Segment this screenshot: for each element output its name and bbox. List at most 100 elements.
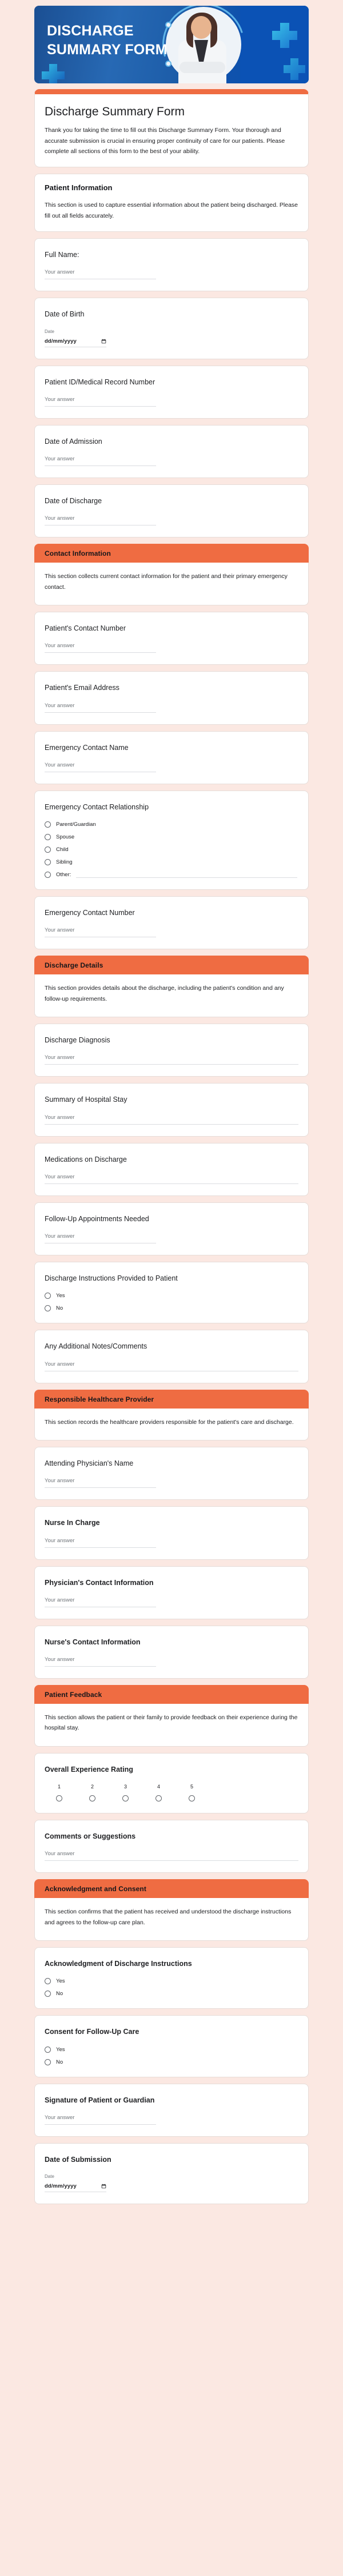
question-card-medications-on-discharge: Medications on Discharge Your answer	[34, 1142, 309, 1196]
answer-input[interactable]: Your answer	[45, 1538, 156, 1548]
date-input[interactable]: dd/mm/yyyy	[45, 338, 106, 347]
section-title: Patient Feedback	[45, 1691, 102, 1699]
radio-icon[interactable]	[56, 1795, 62, 1801]
question-title: Signature of Patient or Guardian	[45, 2096, 155, 2104]
question-card-emergency-contact-name: Emergency Contact Name Your answer	[34, 731, 309, 784]
answer-input[interactable]: Your answer	[45, 1174, 298, 1184]
question-card-comments-or-suggestions: Comments or Suggestions Your answer	[34, 1820, 309, 1873]
question-card-patients-email-address: Patient's Email Address Your answer	[34, 671, 309, 725]
form-page: DISCHARGE SUMMARY FORM Discharge Summary…	[0, 0, 343, 2224]
section-banner-contact-information: Contact Information	[34, 544, 309, 563]
radio-icon[interactable]	[189, 1795, 195, 1801]
answer-input[interactable]: Your answer	[45, 1233, 156, 1244]
answer-input[interactable]: Your answer	[45, 1656, 156, 1667]
radio-group: Yes No	[45, 1978, 298, 1997]
radio-icon[interactable]	[122, 1795, 129, 1801]
answer-input[interactable]: Your answer	[45, 1851, 298, 1861]
answer-input[interactable]: Your answer	[45, 456, 156, 467]
medical-cross-icon	[272, 23, 297, 48]
question-card-date-of-submission: Date of Submission Date dd/mm/yyyy	[34, 2142, 309, 2204]
answer-input[interactable]: Your answer	[45, 1478, 156, 1488]
radio-icon[interactable]	[45, 846, 51, 853]
radio-option[interactable]: No	[45, 1991, 298, 1997]
radio-option[interactable]: Yes	[45, 1293, 298, 1299]
section-title: Discharge Details	[45, 961, 103, 970]
section-description-card-patient-feedback: This section allows the patient or their…	[34, 1704, 309, 1747]
question-card-summary-of-hospital-stay: Summary of Hospital Stay Your answer	[34, 1083, 309, 1137]
radio-icon[interactable]	[45, 1305, 51, 1312]
answer-input[interactable]: Your answer	[45, 515, 156, 526]
radio-icon[interactable]	[45, 859, 51, 866]
radio-icon[interactable]	[155, 1795, 162, 1801]
radio-icon[interactable]	[45, 1293, 51, 1299]
radio-icon[interactable]	[89, 1795, 95, 1801]
radio-icon[interactable]	[45, 834, 51, 841]
question-card-date-of-discharge: Date of Discharge Your answer	[34, 484, 309, 538]
question-card-attending-physicians-name: Attending Physician's Name Your answer	[34, 1447, 309, 1500]
radio-icon[interactable]	[45, 872, 51, 878]
scale-option-label: 1	[57, 1784, 61, 1789]
radio-option[interactable]: No	[45, 1305, 298, 1312]
calendar-icon[interactable]	[101, 339, 106, 344]
scale-option[interactable]: 1	[56, 1784, 62, 1801]
question-title: Patient's Contact Number	[45, 624, 126, 633]
answer-input[interactable]: Your answer	[45, 396, 156, 407]
answer-input[interactable]: Your answer	[45, 762, 156, 772]
radio-icon[interactable]	[45, 2059, 51, 2065]
answer-input[interactable]: Your answer	[45, 643, 156, 653]
radio-option-label: Spouse	[56, 834, 75, 841]
scale-option[interactable]: 3	[122, 1784, 129, 1801]
radio-option[interactable]: Yes	[45, 2046, 298, 2053]
answer-input[interactable]: Your answer	[45, 1361, 298, 1371]
section-banner-patient-feedback: Patient Feedback	[34, 1685, 309, 1704]
scale-option[interactable]: 2	[89, 1784, 95, 1801]
section-description: This section allows the patient or their…	[45, 1714, 298, 1732]
form-header-image: DISCHARGE SUMMARY FORM	[34, 6, 309, 83]
question-card-patient-id: Patient ID/Medical Record Number Your ans…	[34, 365, 309, 419]
radio-icon[interactable]	[45, 821, 51, 828]
section-title: Acknowledgment and Consent	[45, 1885, 146, 1893]
radio-icon[interactable]	[45, 1978, 51, 1985]
section-banner-responsible-healthcare-provider: Responsible Healthcare Provider	[34, 1389, 309, 1409]
question-title: Discharge Diagnosis	[45, 1036, 110, 1045]
section-banner-discharge-details: Discharge Details	[34, 956, 309, 975]
other-text-input[interactable]	[76, 872, 297, 878]
question-card-discharge-diagnosis: Discharge Diagnosis Your answer	[34, 1024, 309, 1077]
radio-option[interactable]: Yes	[45, 1978, 298, 1985]
radio-group: Yes No	[45, 1293, 298, 1312]
question-title: Patient's Email Address	[45, 684, 119, 692]
answer-input[interactable]: Your answer	[45, 927, 156, 938]
question-title: Full Name:	[45, 251, 79, 259]
radio-group: Parent/Guardian Spouse Child Sibling Other:	[45, 821, 298, 878]
question-card-discharge-instructions-provided: Discharge Instructions Provided to Patie…	[34, 1262, 309, 1324]
question-title: Patient ID/Medical Record Number	[45, 378, 155, 386]
radio-icon[interactable]	[45, 2046, 51, 2053]
radio-icon[interactable]	[45, 1991, 51, 1997]
calendar-icon[interactable]	[101, 2184, 106, 2189]
section-title: Patient Information	[45, 183, 113, 192]
scale-option-label: 5	[190, 1784, 193, 1789]
question-title: Follow-Up Appointments Needed	[45, 1214, 149, 1223]
answer-input[interactable]: Your answer	[45, 269, 156, 280]
answer-input[interactable]: Your answer	[45, 1114, 298, 1125]
answer-input[interactable]: Your answer	[45, 703, 156, 713]
answer-input[interactable]: Your answer	[45, 2114, 156, 2125]
radio-option[interactable]: Parent/Guardian	[45, 821, 298, 828]
section-description: This section provides details about the …	[45, 985, 284, 1002]
radio-option[interactable]: No	[45, 2059, 298, 2065]
date-input[interactable]: dd/mm/yyyy	[45, 2183, 106, 2192]
answer-input[interactable]: Your answer	[45, 1597, 156, 1607]
section-description-card-acknowledgment-and-consent: This section confirms that the patient h…	[34, 1898, 309, 1941]
radio-option-other[interactable]: Other:	[45, 872, 298, 878]
radio-option[interactable]: Child	[45, 846, 298, 853]
question-card-date-of-birth: Date of Birth Date dd/mm/yyyy	[34, 298, 309, 359]
radio-option[interactable]: Spouse	[45, 834, 298, 841]
scale-option[interactable]: 4	[155, 1784, 162, 1801]
section-card-patient-information: Patient Information This section is used …	[34, 174, 309, 232]
question-title: Emergency Contact Number	[45, 909, 135, 917]
linear-scale: 1 2 3 4 5	[45, 1784, 298, 1801]
answer-input[interactable]: Your answer	[45, 1054, 298, 1065]
question-title: Attending Physician's Name	[45, 1459, 134, 1467]
scale-option[interactable]: 5	[189, 1784, 195, 1801]
radio-option[interactable]: Sibling	[45, 859, 298, 866]
